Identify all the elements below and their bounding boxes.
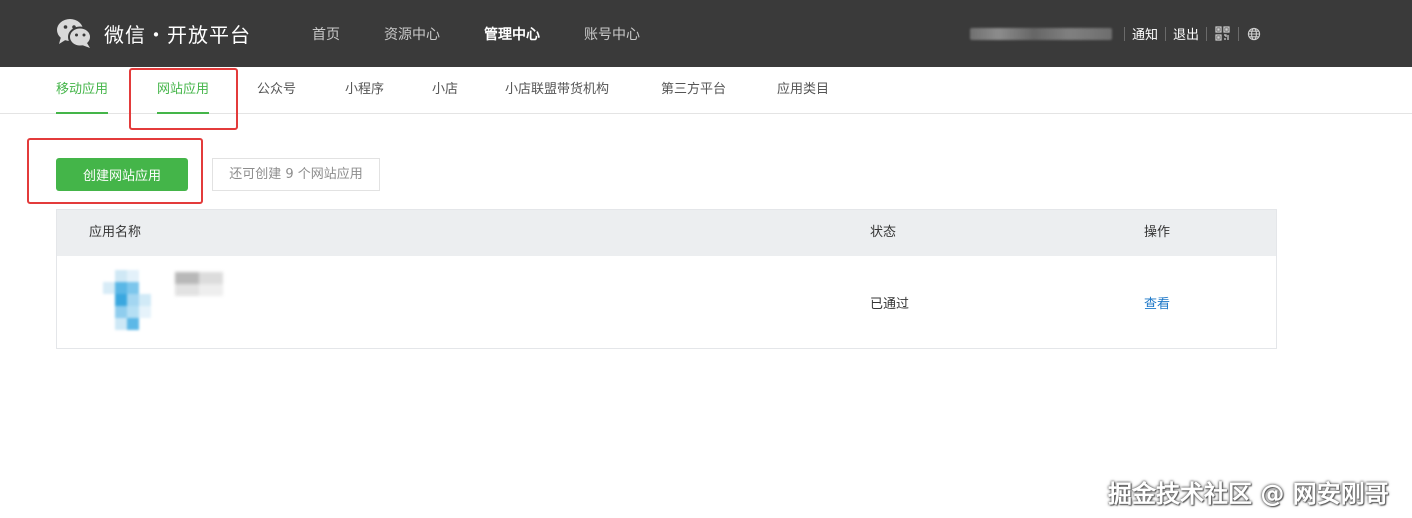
- tab-shop-alliance[interactable]: 小店联盟带货机构: [505, 67, 609, 114]
- qrcode-icon[interactable]: [1207, 26, 1238, 41]
- nav-resource-center[interactable]: 资源中心: [384, 0, 440, 67]
- create-quota-tip: 还可创建 9 个网站应用: [212, 158, 380, 191]
- column-status: 状态: [870, 225, 897, 240]
- main-nav: 首页 资源中心 管理中心 账号中心: [290, 0, 662, 67]
- app-icon-redacted: [103, 270, 153, 334]
- view-link[interactable]: 查看: [1144, 293, 1170, 312]
- notify-link[interactable]: 通知: [1125, 24, 1165, 43]
- nav-home[interactable]: 首页: [312, 0, 340, 67]
- tab-third-party-platform[interactable]: 第三方平台: [661, 67, 726, 114]
- create-website-app-button[interactable]: 创建网站应用: [56, 158, 188, 191]
- tab-mobile-app[interactable]: 移动应用: [56, 67, 109, 114]
- watermark: 掘金技术社区 @ 网安刚哥: [1108, 480, 1389, 508]
- logo[interactable]: 微信・开放平台: [56, 18, 251, 48]
- table-header: 应用名称 状态 操作: [57, 210, 1276, 256]
- nav-account-center[interactable]: 账号中心: [584, 0, 640, 67]
- top-bar: 微信・开放平台 首页 资源中心 管理中心 账号中心 通知 退出: [0, 0, 1412, 67]
- highlight-box-tab: [129, 68, 238, 130]
- globe-icon[interactable]: [1239, 27, 1269, 41]
- logo-text: 微信・开放平台: [104, 22, 251, 47]
- logout-link[interactable]: 退出: [1166, 24, 1206, 43]
- tab-mini-program[interactable]: 小程序: [345, 67, 384, 114]
- app-table: 应用名称 状态 操作 已通过 查看: [56, 209, 1277, 349]
- tab-shop[interactable]: 小店: [432, 67, 458, 114]
- tab-app-category[interactable]: 应用类目: [777, 67, 829, 114]
- status-text: 已通过: [870, 297, 910, 312]
- nav-management-center[interactable]: 管理中心: [484, 0, 540, 67]
- tab-official-account[interactable]: 公众号: [257, 67, 296, 114]
- user-account-redacted: [970, 27, 1112, 40]
- column-app-name: 应用名称: [89, 225, 142, 240]
- column-action: 操作: [1144, 225, 1171, 240]
- wechat-logo-icon: [56, 18, 92, 48]
- user-bar: 通知 退出: [970, 0, 1269, 67]
- app-name-redacted: [175, 272, 225, 298]
- table-row: 已通过 查看: [57, 256, 1276, 348]
